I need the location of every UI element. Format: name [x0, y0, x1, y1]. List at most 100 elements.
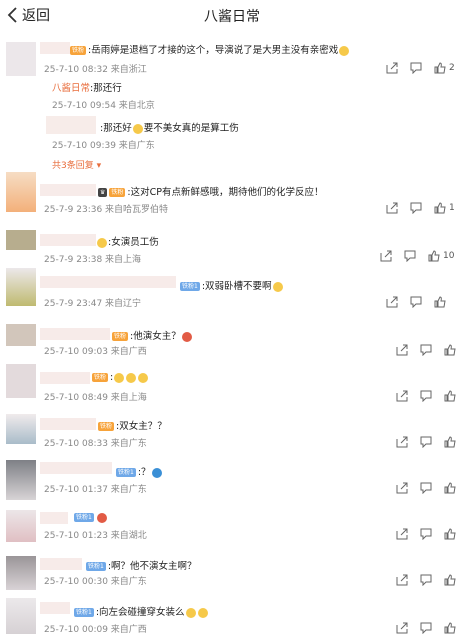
top-bar: 返回 八酱日常 [0, 0, 464, 30]
comment-meta: 25-7-10 08:49 来自上海 [44, 393, 147, 403]
emoji-icon [132, 123, 143, 134]
reply-button[interactable] [420, 344, 432, 356]
avatar[interactable] [6, 268, 36, 306]
comment-icon [410, 62, 422, 74]
like-count: 2 [449, 63, 455, 73]
username[interactable] [40, 558, 82, 570]
reply-button[interactable] [420, 436, 432, 448]
comment-icon [404, 250, 416, 262]
emoji-icon [272, 281, 283, 292]
username[interactable] [40, 512, 68, 524]
comment-item: 铁粉1:双弱卧槽不要啊 25-7-9 23:47 来自辽宁 [0, 266, 464, 316]
comment-text: 铁粉:他演女主？ [112, 328, 193, 342]
comment-item: 铁粉1 25-7-10 01:23 来自湖北 [0, 506, 464, 546]
like-button[interactable] [444, 344, 456, 356]
comment-icon [420, 528, 432, 540]
username[interactable] [40, 418, 96, 430]
reply-button[interactable] [420, 574, 432, 586]
like-button[interactable] [444, 390, 456, 402]
comment-meta: 25-7-9 23:36 来自哈瓦罗伯特 [44, 205, 169, 215]
like-button[interactable] [444, 574, 456, 586]
like-button[interactable] [434, 296, 446, 308]
emoji-icon [96, 512, 107, 523]
like-button[interactable] [444, 436, 456, 448]
reply-text: :那还好 要不美女真的是算工伤 [100, 123, 239, 134]
fan-badge: 铁粉1 [74, 608, 94, 617]
comment-meta: 25-7-10 00:30 来自广东 [44, 577, 147, 587]
share-button[interactable] [396, 436, 408, 448]
thumb-up-icon [444, 622, 456, 634]
share-button[interactable] [396, 574, 408, 586]
share-button[interactable] [386, 296, 398, 308]
avatar[interactable] [6, 598, 36, 634]
like-button[interactable] [434, 202, 446, 214]
page-title: 八酱日常 [204, 9, 260, 25]
comment-text: 铁粉1 [74, 512, 108, 523]
reply-username[interactable] [46, 116, 96, 134]
username[interactable] [40, 328, 110, 340]
like-button[interactable] [444, 622, 456, 634]
emoji-icon [197, 607, 208, 618]
avatar[interactable] [6, 510, 36, 542]
reply-button[interactable] [410, 62, 422, 74]
comment-icon [420, 436, 432, 448]
reply-author[interactable]: 八酱日常 [52, 83, 90, 94]
reply-button[interactable] [420, 390, 432, 402]
more-replies-link[interactable]: 共3条回复 ▾ [52, 158, 101, 171]
comment-icon [420, 344, 432, 356]
share-button[interactable] [396, 482, 408, 494]
emoji-icon [126, 372, 137, 383]
share-button[interactable] [396, 528, 408, 540]
username[interactable] [40, 276, 176, 288]
username[interactable] [40, 184, 96, 196]
username[interactable] [40, 372, 90, 384]
like-button[interactable] [444, 482, 456, 494]
reply-button[interactable] [404, 250, 416, 262]
reply-button[interactable] [420, 528, 432, 540]
share-button[interactable] [386, 62, 398, 74]
avatar[interactable] [6, 414, 36, 444]
comment-icon [410, 296, 422, 308]
comment-meta: 25-7-10 01:23 来自湖北 [44, 531, 147, 541]
username[interactable] [40, 42, 70, 54]
avatar[interactable] [6, 230, 36, 250]
like-button[interactable] [428, 250, 440, 262]
username[interactable] [40, 602, 70, 614]
reply-button[interactable] [420, 482, 432, 494]
avatar[interactable] [6, 460, 36, 500]
share-button[interactable] [386, 202, 398, 214]
share-icon [386, 202, 398, 214]
avatar[interactable] [6, 324, 36, 346]
emoji-icon [97, 237, 107, 248]
comment-item: 铁粉:他演女主？ 25-7-10 09:03 来自广西 [0, 322, 464, 366]
comment-item: :女演员工伤 25-7-9 23:38 来自上海 10 [0, 226, 464, 266]
avatar[interactable] [6, 556, 36, 590]
share-icon [396, 390, 408, 402]
share-button[interactable] [396, 344, 408, 356]
thumb-up-icon [434, 62, 446, 74]
comment-text: 铁粉:双女主？？ [98, 421, 167, 432]
like-count: 1 [449, 203, 455, 213]
reply-button[interactable] [420, 622, 432, 634]
reply-button[interactable] [410, 296, 422, 308]
fan-badge: 铁粉 [70, 46, 87, 55]
comment-meta: 25-7-10 09:03 来自广西 [44, 347, 147, 357]
like-button[interactable] [444, 528, 456, 540]
comment-meta: 25-7-10 01:37 来自广东 [44, 485, 147, 495]
thumb-up-icon [434, 202, 446, 214]
username[interactable] [40, 234, 96, 246]
avatar[interactable] [6, 364, 36, 398]
avatar[interactable] [6, 172, 36, 212]
share-icon [386, 296, 398, 308]
share-button[interactable] [396, 622, 408, 634]
share-button[interactable] [380, 250, 392, 262]
reply-button[interactable] [410, 202, 422, 214]
comment-item: 铁粉: 25-7-10 08:49 来自上海 [0, 362, 464, 404]
reply-meta: 25-7-10 09:54 来自北京 [52, 101, 155, 111]
share-button[interactable] [396, 390, 408, 402]
share-icon [396, 528, 408, 540]
username[interactable] [40, 462, 112, 474]
avatar[interactable] [6, 42, 36, 76]
like-button[interactable] [434, 62, 446, 74]
comment-text: 铁粉1:双弱卧槽不要啊 [180, 278, 284, 292]
